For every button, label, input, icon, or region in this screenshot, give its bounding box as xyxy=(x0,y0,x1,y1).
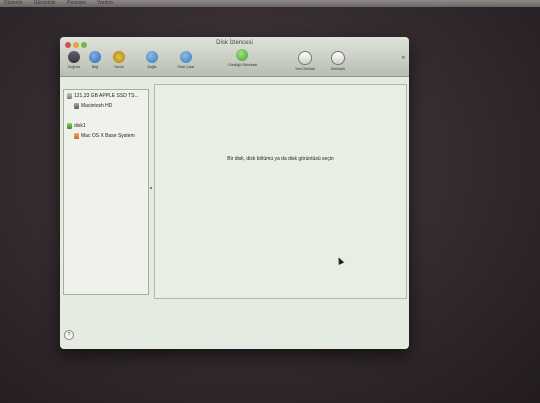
sidebar-item-base-system[interactable]: Mac OS X Base System xyxy=(74,133,135,139)
new-image-button[interactable]: Yeni Görüntü xyxy=(291,51,319,71)
help-button[interactable]: ? xyxy=(64,330,74,340)
window-title: Disk İzlencesi xyxy=(216,40,253,46)
journaling-icon xyxy=(236,49,248,61)
window-toolbar: Disk İzlencesi Doğrula Bilgi Yazdır Bağl… xyxy=(60,37,409,77)
volume-icon xyxy=(74,103,79,109)
burn-button[interactable]: Yazdır xyxy=(105,51,133,69)
disk-image-icon xyxy=(67,123,72,129)
hard-disk-icon xyxy=(67,93,72,99)
convert-button[interactable]: Dönüştür xyxy=(324,51,352,71)
burn-icon xyxy=(113,51,125,63)
eject-icon xyxy=(180,51,192,63)
main-content-pane: Bir disk, disk bölümü ya da disk görüntü… xyxy=(154,84,407,299)
sidebar-item-disk1[interactable]: disk1 xyxy=(67,123,86,129)
volume-icon xyxy=(74,133,79,139)
toolbar-overflow-icon[interactable]: » xyxy=(402,55,405,61)
sidebar-item-ssd[interactable]: 121,33 GB APPLE SSD TS... xyxy=(67,93,139,99)
disk-utility-window: Disk İzlencesi Doğrula Bilgi Yazdır Bağl… xyxy=(60,37,409,349)
selection-prompt: Bir disk, disk bölümü ya da disk görüntü… xyxy=(227,156,334,162)
convert-icon xyxy=(331,51,345,65)
microscope-icon xyxy=(68,51,80,63)
new-image-icon xyxy=(298,51,312,65)
menu-edit[interactable]: Düzenle xyxy=(4,0,22,6)
menu-help[interactable]: Yardım xyxy=(97,0,113,6)
menu-window[interactable]: Pencere xyxy=(67,0,86,6)
menu-view[interactable]: Görüntüle xyxy=(34,0,56,6)
enable-journaling-button[interactable]: Günlüğü Etkinleştir xyxy=(228,49,257,67)
disk-list-sidebar: 121,33 GB APPLE SSD TS... Macintosh HD d… xyxy=(63,89,149,295)
mount-icon xyxy=(146,51,158,63)
eject-button[interactable]: Diski Çıkar xyxy=(172,51,200,69)
sidebar-item-macintosh-hd[interactable]: Macintosh HD xyxy=(74,103,112,109)
split-view-handle[interactable] xyxy=(150,187,152,189)
info-icon xyxy=(89,51,101,63)
mouse-pointer-icon xyxy=(335,256,345,265)
mount-button[interactable]: Bağla xyxy=(138,51,166,69)
menu-bar: Düzenle Görüntüle Pencere Yardım xyxy=(0,0,540,7)
